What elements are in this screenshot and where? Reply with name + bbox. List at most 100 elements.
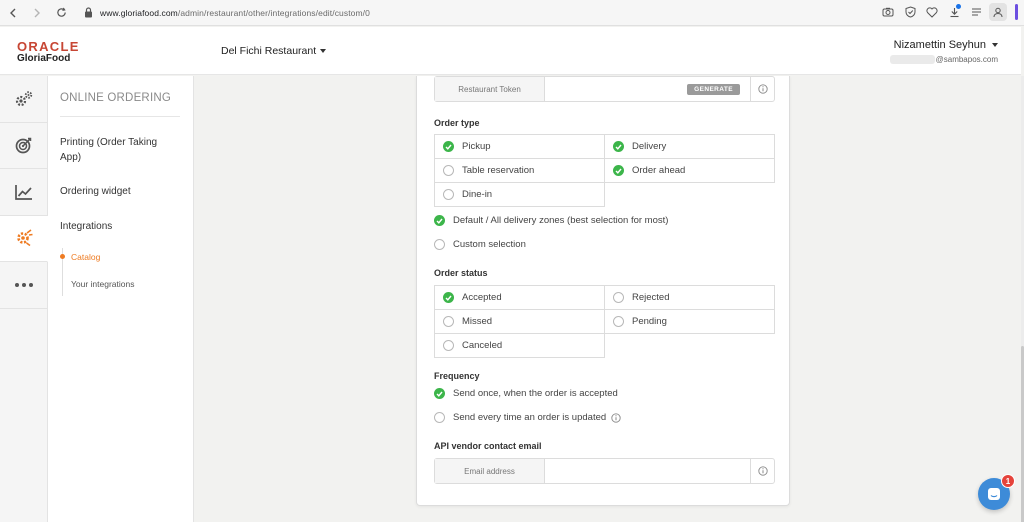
rail-item-marketing[interactable] xyxy=(0,123,47,169)
order-status-rejected[interactable]: Rejected xyxy=(604,285,775,310)
section-title: ONLINE ORDERING xyxy=(60,92,171,104)
frequency-every-update-radio[interactable]: Send every time an order is updated xyxy=(434,412,621,423)
order-status-missed[interactable]: Missed xyxy=(434,309,605,334)
checkbox-unchecked-icon xyxy=(613,292,624,303)
download-icon[interactable] xyxy=(945,3,963,21)
tree-item-catalog[interactable]: Catalog xyxy=(71,252,100,262)
zone-default-radio[interactable]: Default / All delivery zones (best selec… xyxy=(434,215,668,226)
option-label: Canceled xyxy=(462,340,503,351)
email-input[interactable] xyxy=(545,459,750,483)
reload-button[interactable] xyxy=(50,2,72,24)
zone-custom-radio[interactable]: Custom selection xyxy=(434,239,526,250)
checkbox-checked-icon xyxy=(443,141,454,152)
checkbox-checked-icon xyxy=(443,292,454,303)
vendor-email-field: Email address xyxy=(434,458,775,484)
email-info-button[interactable] xyxy=(750,459,774,483)
frequency-once-radio[interactable]: Send once, when the order is accepted xyxy=(434,388,618,399)
more-icon xyxy=(14,282,33,287)
checkbox-checked-icon xyxy=(613,165,624,176)
sub-nav: ONLINE ORDERING Printing (Order Taking A… xyxy=(48,76,194,522)
radio-unselected-icon xyxy=(434,412,445,423)
address-bar[interactable]: www.gloriafood.com/admin/restaurant/othe… xyxy=(100,8,370,18)
camera-icon[interactable] xyxy=(879,3,897,21)
tree-item-your-integrations[interactable]: Your integrations xyxy=(71,279,134,289)
order-status-title: Order status xyxy=(434,268,488,278)
token-input[interactable] xyxy=(545,77,688,101)
logo-product: GloriaFood xyxy=(17,53,71,64)
menu-list-icon[interactable] xyxy=(967,3,985,21)
restaurant-selector[interactable]: Del Fichi Restaurant xyxy=(221,45,327,57)
order-type-dine-in[interactable]: Dine-in xyxy=(434,182,605,207)
checkbox-unchecked-icon xyxy=(443,340,454,351)
integration-form-card: Restaurant Token GENERATE Order type Pic… xyxy=(416,76,790,506)
user-menu[interactable]: Nizamettin Seyhun @sambapos.com xyxy=(889,39,998,64)
target-icon xyxy=(15,138,31,154)
vendor-email-title: API vendor contact email xyxy=(434,441,542,451)
url-path: /admin/restaurant/other/integrations/edi… xyxy=(177,7,370,18)
option-label: Table reservation xyxy=(462,165,535,176)
shield-check-icon[interactable] xyxy=(901,3,919,21)
frequency-title: Frequency xyxy=(434,371,480,381)
user-email: @sambapos.com xyxy=(935,55,998,64)
forward-button[interactable] xyxy=(26,2,48,24)
user-name: Nizamettin Seyhun xyxy=(893,39,986,51)
download-indicator xyxy=(956,4,961,9)
option-label: Send every time an order is updated xyxy=(453,412,607,423)
back-button[interactable] xyxy=(2,2,24,24)
order-status-pending[interactable]: Pending xyxy=(604,309,775,334)
info-icon xyxy=(757,84,768,94)
rail-item-more[interactable] xyxy=(0,262,47,309)
caret-down-icon xyxy=(992,43,998,47)
gears-icon xyxy=(15,91,32,106)
order-status-canceled[interactable]: Canceled xyxy=(434,333,605,358)
profile-icon[interactable] xyxy=(989,3,1007,21)
option-label: Send once, when the order is accepted xyxy=(453,388,618,399)
lock-icon xyxy=(82,7,94,19)
option-label: Order ahead xyxy=(632,165,686,176)
icon-rail xyxy=(0,76,48,522)
info-icon[interactable] xyxy=(611,412,621,423)
nav-link-printing[interactable]: Printing (Order Taking App) xyxy=(60,135,180,165)
browser-toolbar: www.gloriafood.com/admin/restaurant/othe… xyxy=(0,0,1024,26)
option-label: Delivery xyxy=(632,141,667,152)
app-header: ORACLE GloriaFood Del Fichi Restaurant N… xyxy=(0,27,1021,75)
option-label: Accepted xyxy=(462,292,502,303)
logo-brand: ORACLE xyxy=(17,39,80,54)
integrations-icon xyxy=(16,229,33,247)
option-label: Rejected xyxy=(632,292,670,303)
rail-item-settings[interactable] xyxy=(0,76,47,123)
nav-link-ordering-widget[interactable]: Ordering widget xyxy=(60,184,131,199)
generate-button[interactable]: GENERATE xyxy=(687,83,740,95)
checkbox-unchecked-icon xyxy=(443,316,454,327)
order-type-delivery[interactable]: Delivery xyxy=(604,134,775,159)
option-label: Missed xyxy=(462,316,493,327)
order-type-table-reservation[interactable]: Table reservation xyxy=(434,158,605,183)
radio-unselected-icon xyxy=(434,239,445,250)
rail-item-integrations[interactable] xyxy=(0,215,48,262)
order-status-accepted[interactable]: Accepted xyxy=(434,285,605,310)
email-redacted xyxy=(889,55,935,64)
option-label: Pending xyxy=(632,316,667,327)
radio-selected-icon xyxy=(434,388,445,399)
nav-link-integrations[interactable]: Integrations xyxy=(60,219,112,234)
divider xyxy=(60,116,180,117)
chevron-right-icon xyxy=(34,8,40,17)
radio-selected-icon xyxy=(434,215,445,226)
order-type-title: Order type xyxy=(434,118,480,128)
heart-icon[interactable] xyxy=(923,3,941,21)
gloriafood-logo[interactable]: ORACLE GloriaFood xyxy=(17,40,80,64)
checkbox-checked-icon xyxy=(613,141,624,152)
order-type-order-ahead[interactable]: Order ahead xyxy=(604,158,775,183)
url-host: www.gloriafood.com xyxy=(100,7,178,18)
checkbox-unchecked-icon xyxy=(443,189,454,200)
checkbox-unchecked-icon xyxy=(613,316,624,327)
token-info-button[interactable] xyxy=(750,77,774,101)
checkbox-unchecked-icon xyxy=(443,165,454,176)
chat-icon xyxy=(988,488,1000,500)
order-type-pickup[interactable]: Pickup xyxy=(434,134,605,159)
chevron-left-icon xyxy=(10,8,16,17)
sidebar-toggle[interactable] xyxy=(1015,4,1018,20)
email-label: Email address xyxy=(435,459,545,483)
rail-item-reports[interactable] xyxy=(0,169,47,216)
option-label: Dine-in xyxy=(462,189,493,200)
